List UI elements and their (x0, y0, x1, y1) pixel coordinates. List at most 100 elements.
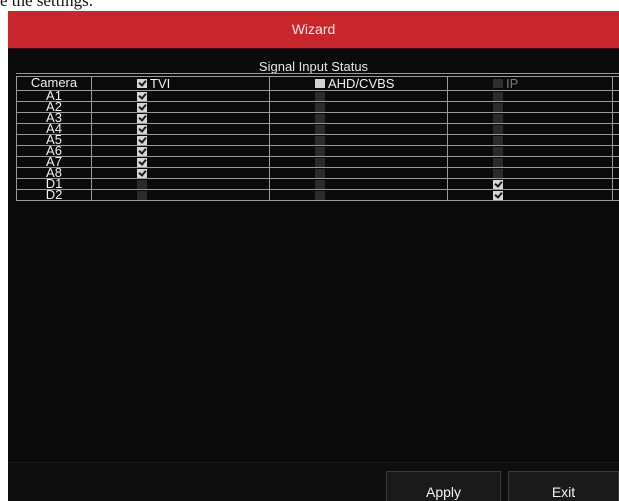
blank-cell (612, 122, 619, 135)
ahd-cell (269, 155, 448, 169)
tvi-checkbox[interactable] (137, 169, 147, 178)
ahd-checkbox[interactable] (315, 158, 325, 167)
ahd-checkbox[interactable] (315, 102, 325, 112)
tvi-cell (91, 89, 270, 102)
ip-cell (447, 89, 613, 102)
ahd-checkbox[interactable] (315, 113, 325, 123)
exit-button[interactable]: Exit (508, 471, 619, 501)
ip-select-all-checkbox (493, 79, 503, 89)
ip-checkbox[interactable] (493, 135, 503, 145)
ahd-cell (269, 166, 448, 180)
camera-name-cell: A3 (16, 111, 92, 124)
ahd-checkbox[interactable] (315, 169, 325, 178)
ahd-select-all-checkbox[interactable] (315, 79, 325, 89)
column-header-camera: Camera (16, 76, 92, 91)
column-header-tvi: TVI (91, 76, 270, 91)
blank-cell (612, 166, 619, 180)
camera-name-cell: A4 (16, 122, 92, 135)
tvi-cell (91, 189, 270, 202)
ip-checkbox[interactable] (493, 124, 503, 134)
tvi-checkbox[interactable] (137, 124, 147, 134)
ahd-checkbox[interactable] (315, 191, 325, 200)
blank-cell (612, 89, 619, 102)
tvi-checkbox[interactable] (137, 191, 147, 200)
table-row: A3 (16, 111, 619, 124)
ahd-label: AHD/CVBS (328, 76, 395, 91)
ip-cell (447, 133, 613, 146)
table-row: A2 (16, 100, 619, 113)
tvi-checkbox[interactable] (137, 180, 147, 189)
tvi-cell (91, 166, 270, 180)
ip-cell (447, 100, 613, 113)
ip-cell (447, 166, 613, 180)
apply-button[interactable]: Apply (386, 471, 501, 501)
signal-input-panel: Signal Input Status Camera TVI AHD/CVBS … (8, 49, 619, 462)
ip-checkbox[interactable] (493, 113, 503, 123)
camera-name-cell: D1 (16, 178, 92, 191)
tvi-checkbox[interactable] (137, 135, 147, 145)
blank-cell (612, 111, 619, 124)
ahd-cell (269, 111, 448, 124)
camera-name-cell: A2 (16, 100, 92, 113)
column-header-blank (612, 76, 619, 91)
tvi-checkbox[interactable] (137, 91, 147, 101)
ip-checkbox[interactable] (493, 169, 503, 178)
camera-name-cell: A8 (16, 166, 92, 180)
ahd-cell (269, 89, 448, 102)
tvi-select-all-checkbox[interactable] (137, 79, 147, 89)
table-row: A5 (16, 133, 619, 146)
ip-cell (447, 122, 613, 135)
tvi-cell (91, 144, 270, 157)
tvi-checkbox[interactable] (137, 102, 147, 112)
camera-name-cell: A7 (16, 155, 92, 169)
ip-checkbox[interactable] (493, 191, 503, 200)
tvi-cell (91, 111, 270, 124)
ip-checkbox[interactable] (493, 146, 503, 156)
blank-cell (612, 100, 619, 113)
signal-input-table: Camera TVI AHD/CVBS IP A1 A2 A3 A4 A5 A6 A7 A8 D… (16, 76, 619, 202)
camera-name-cell: A5 (16, 133, 92, 146)
tvi-cell (91, 178, 270, 191)
tvi-label: TVI (150, 76, 171, 91)
camera-name-cell: D2 (16, 189, 92, 202)
ahd-checkbox[interactable] (315, 124, 325, 134)
table-row: A7 (16, 155, 619, 169)
ip-checkbox[interactable] (493, 180, 503, 189)
ip-checkbox[interactable] (493, 158, 503, 167)
tvi-cell (91, 100, 270, 113)
ip-cell (447, 144, 613, 157)
camera-name-cell: A1 (16, 89, 92, 102)
tvi-cell (91, 122, 270, 135)
ahd-cell (269, 178, 448, 191)
table-header-row: Camera TVI AHD/CVBS IP (16, 76, 619, 91)
blank-cell (612, 189, 619, 202)
ip-cell (447, 189, 613, 202)
tvi-cell (91, 133, 270, 146)
ahd-checkbox[interactable] (315, 135, 325, 145)
wizard-window: Wizard Signal Input Status Camera TVI AH… (8, 11, 619, 501)
tvi-checkbox[interactable] (137, 158, 147, 167)
ahd-checkbox[interactable] (315, 91, 325, 101)
ip-checkbox[interactable] (493, 91, 503, 101)
window-title: Wizard (291, 21, 336, 37)
ip-label: IP (506, 76, 519, 91)
column-header-ahd: AHD/CVBS (269, 76, 448, 91)
table-row: A6 (16, 144, 619, 157)
ahd-cell (269, 144, 448, 157)
table-row: A1 (16, 89, 619, 102)
table-row: A8 (16, 166, 619, 180)
table-row: D1 (16, 178, 619, 191)
tvi-cell (91, 155, 270, 169)
camera-name-cell: A6 (16, 144, 92, 157)
ahd-cell (269, 133, 448, 146)
ahd-checkbox[interactable] (315, 146, 325, 156)
grid-divider (16, 73, 619, 74)
blank-cell (612, 155, 619, 169)
panel-title: Signal Input Status (258, 59, 369, 74)
table-row: A4 (16, 122, 619, 135)
tvi-checkbox[interactable] (137, 113, 147, 123)
ip-checkbox[interactable] (493, 102, 503, 112)
ahd-checkbox[interactable] (315, 180, 325, 189)
ip-cell (447, 111, 613, 124)
tvi-checkbox[interactable] (137, 146, 147, 156)
